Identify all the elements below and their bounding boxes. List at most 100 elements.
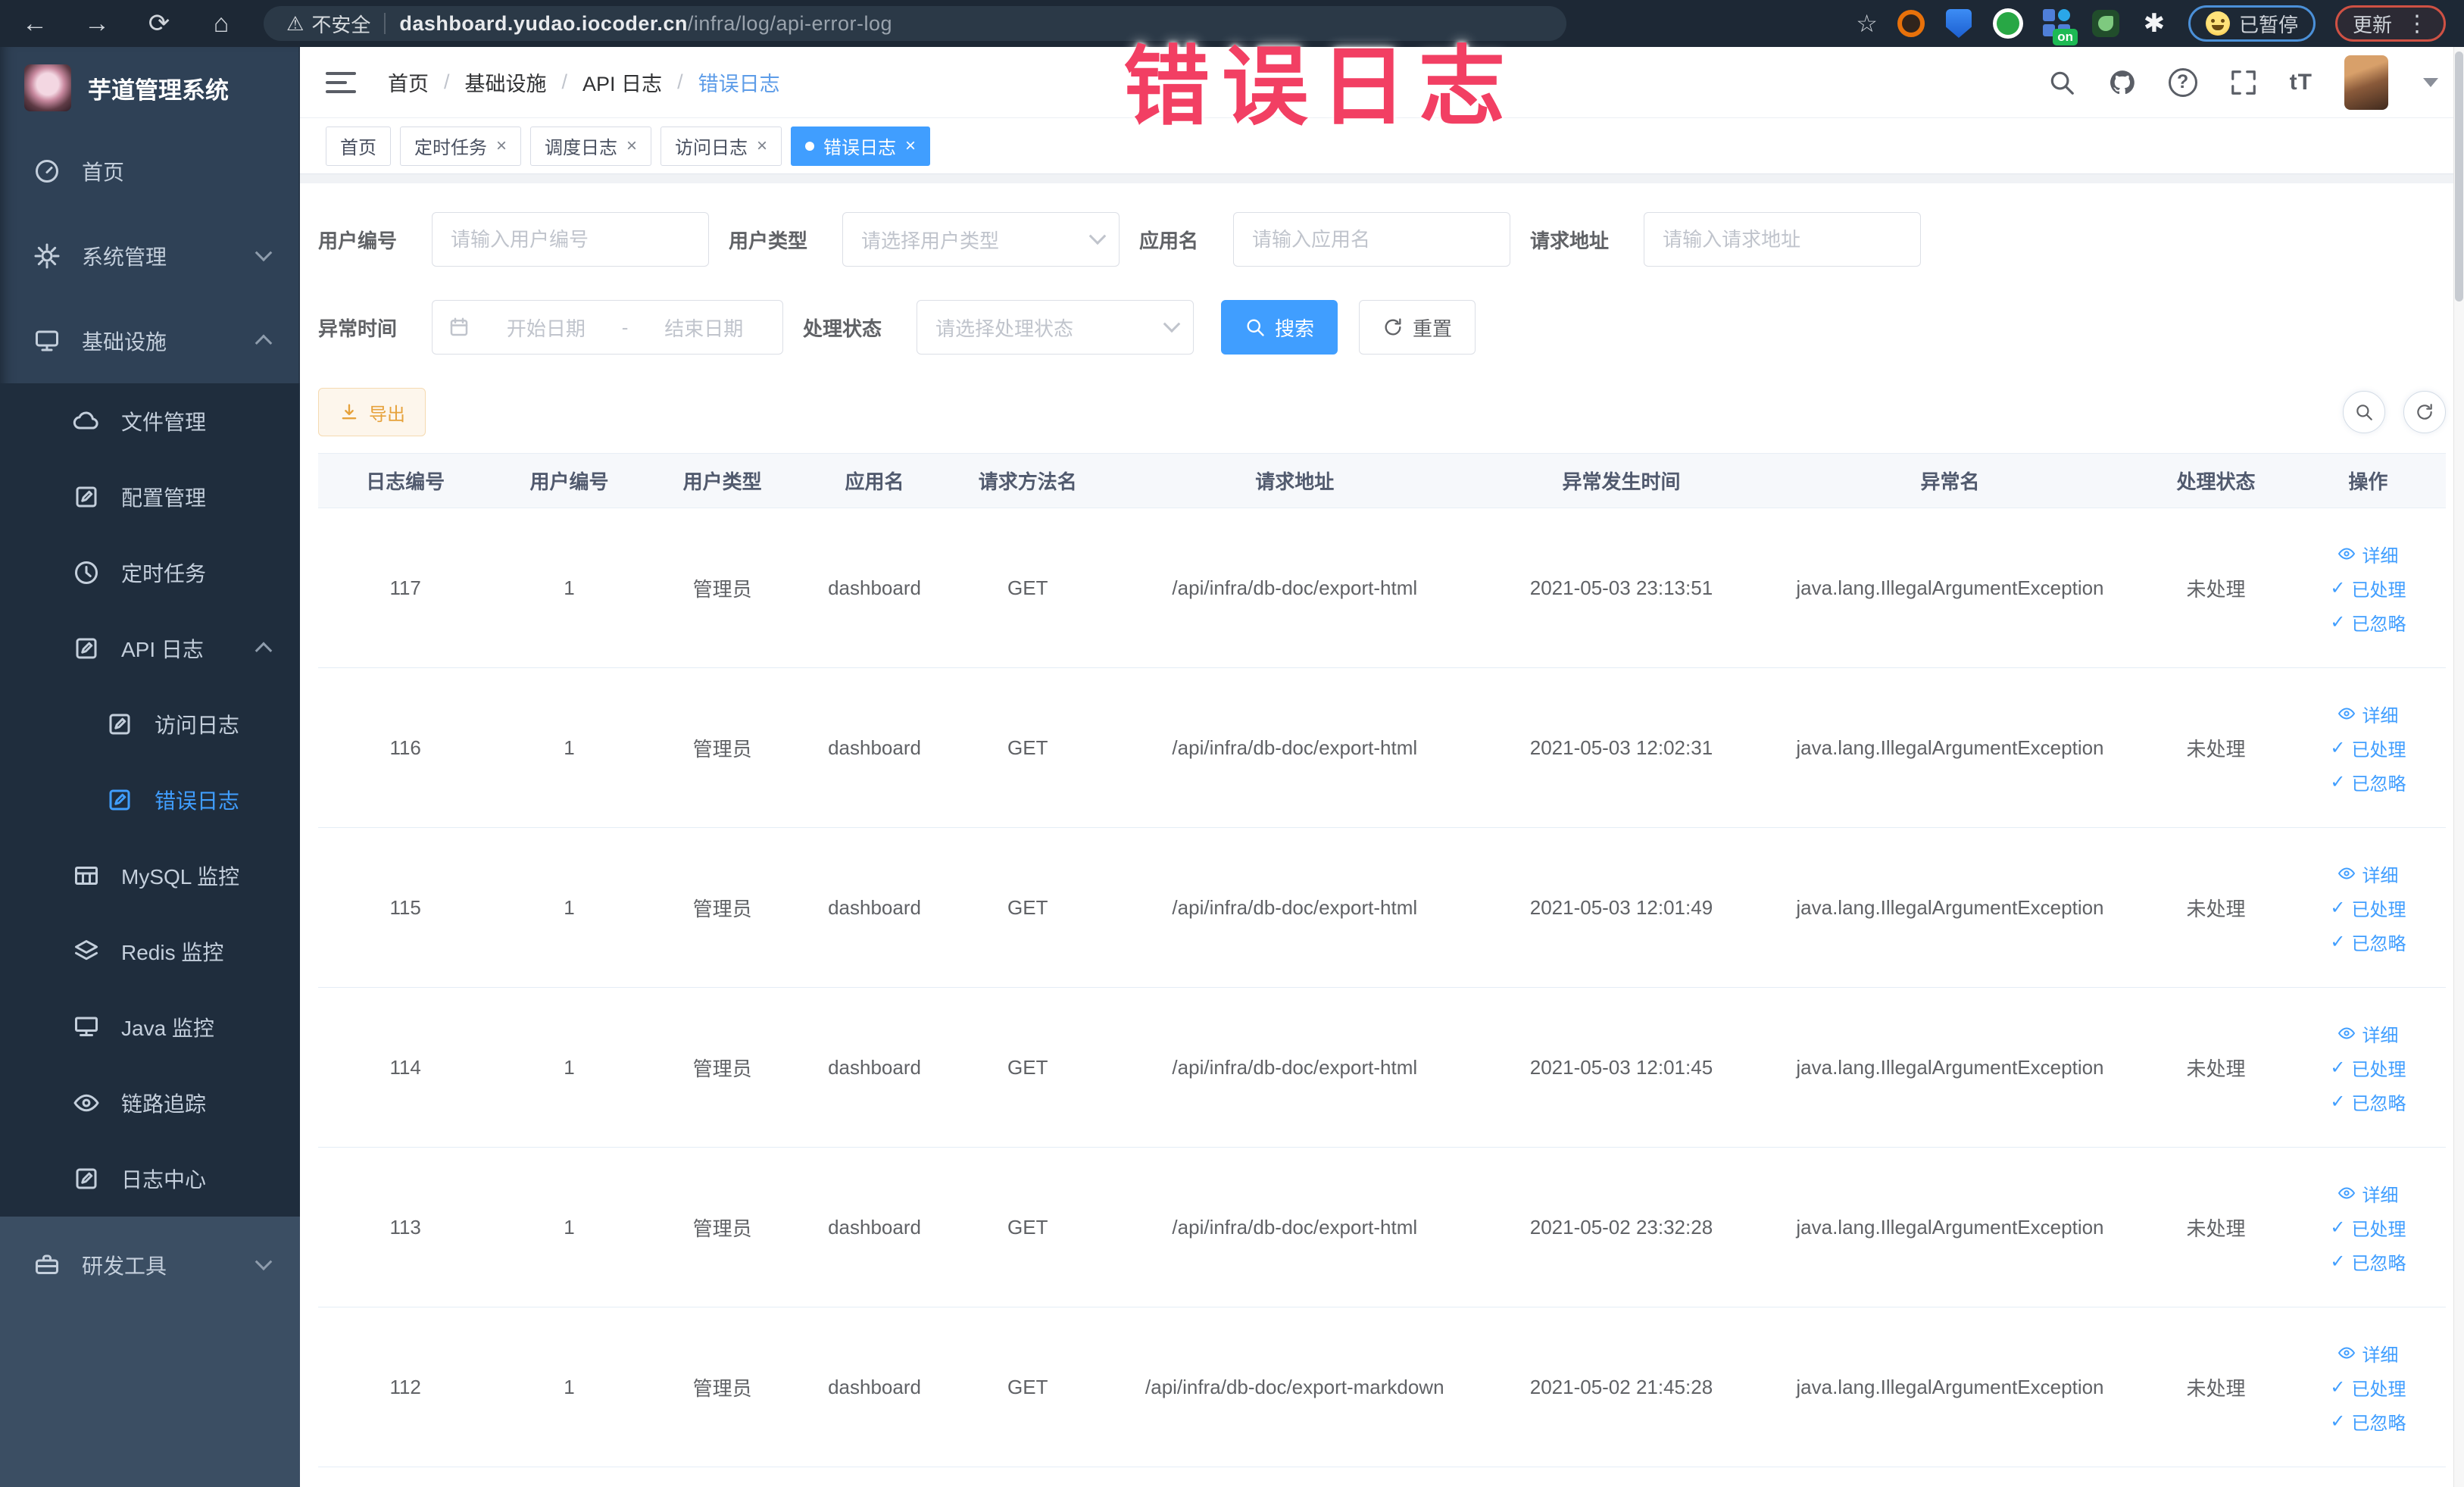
export-button[interactable]: 导出 [318,388,426,436]
filter-row-2: 异常时间 开始日期 - 结束日期 处理状态 请选择处理状态 搜索 重置 [318,300,2446,355]
tab-access-log[interactable]: 访问日志 × [661,126,782,166]
cell-app-name: dashboard [798,667,951,828]
breadcrumb-home[interactable]: 首页 [388,67,429,97]
action-detail[interactable]: 详细 [2338,1020,2398,1047]
action-detail[interactable]: 详细 [2338,701,2398,727]
extension-grid-icon[interactable]: on [2042,9,2078,45]
exception-time-range-picker[interactable]: 开始日期 - 结束日期 [432,300,784,355]
sidebar-item-system-management[interactable]: 系统管理 [0,214,300,298]
app-shell: 芋道管理系统 首页 系统管理 基础设施 文件管理 配置管理 定时任务 API 日… [0,47,2464,1487]
action-detail[interactable]: 详细 [2338,1180,2398,1207]
extension-green-icon[interactable] [1992,8,2023,39]
font-size-icon[interactable]: tT [2290,70,2313,95]
close-icon[interactable]: × [626,136,637,157]
breadcrumb-infrastructure[interactable]: 基础设施 [465,67,547,97]
sidebar-item-error-log[interactable]: 错误日志 [0,762,300,838]
sidebar-item-mysql-monitor[interactable]: MySQL 监控 [0,838,300,914]
search-icon[interactable] [2047,68,2076,97]
page-scrollbar[interactable] [2453,47,2464,1487]
extension-leaf-icon[interactable] [2091,9,2120,38]
sidebar-item-infrastructure[interactable]: 基础设施 [0,298,300,383]
app-logo-row[interactable]: 芋道管理系统 [0,47,300,129]
app-name-input[interactable] [1233,212,1511,267]
action-processed[interactable]: ✓ 已处理 [2330,1054,2406,1081]
action-processed[interactable]: ✓ 已处理 [2330,1374,2406,1401]
sidebar-item-redis-monitor[interactable]: Redis 监控 [0,914,300,989]
user-type-select[interactable]: 请选择用户类型 [842,212,1120,267]
action-label: 详细 [2362,1025,2399,1046]
close-icon[interactable]: × [757,136,767,157]
check-icon: ✓ [2330,931,2346,952]
search-button[interactable]: 搜索 [1221,300,1338,355]
browser-update-button[interactable]: 更新 ⋮ [2334,5,2446,42]
browser-menu-icon[interactable]: ⋮ [2406,11,2428,37]
scrollbar-thumb[interactable] [2455,52,2463,301]
close-icon[interactable]: × [905,136,916,157]
not-secure-badge[interactable]: ⚠ 不安全 [286,10,370,38]
user-avatar[interactable] [2344,55,2388,110]
extension-shield-icon[interactable] [1944,9,1973,38]
sidebar-item-trace[interactable]: 链路追踪 [0,1065,300,1141]
cell-status: 未处理 [2141,1307,2291,1467]
action-processed[interactable]: ✓ 已处理 [2330,895,2406,921]
cell-log-id: 112 [318,1307,493,1467]
reset-button[interactable]: 重置 [1359,300,1476,355]
sidebar-item-scheduled-tasks[interactable]: 定时任务 [0,535,300,611]
request-url-input[interactable] [1644,212,1922,267]
close-icon[interactable]: × [496,136,507,157]
sidebar-item-log-center[interactable]: 日志中心 [0,1141,300,1217]
action-ignored[interactable]: ✓ 已忽略 [2330,929,2406,955]
action-detail[interactable]: 详细 [2338,861,2398,887]
cell-exception-name: java.lang.IllegalArgumentException [1758,827,2142,988]
avatar-caret-icon[interactable] [2423,77,2438,87]
sidebar-item-access-log[interactable]: 访问日志 [0,686,300,762]
action-ignored[interactable]: ✓ 已忽略 [2330,1408,2406,1435]
sidebar-item-home[interactable]: 首页 [0,129,300,214]
profile-paused-pill[interactable]: 已暂停 [2188,5,2316,42]
sidebar-item-dev-tools[interactable]: 研发工具 [0,1223,300,1307]
extension-puzzle-icon[interactable]: ✱ [2140,9,2169,38]
toggle-search-button[interactable] [2343,391,2385,433]
search-icon [2356,405,2372,420]
action-processed[interactable]: ✓ 已处理 [2330,735,2406,761]
sidebar-collapse-icon[interactable] [326,71,356,93]
github-icon[interactable] [2108,68,2137,97]
action-processed[interactable]: ✓ 已处理 [2330,575,2406,601]
browser-back-icon[interactable]: ← [18,9,52,39]
action-detail[interactable]: 详细 [2338,1340,2398,1367]
browser-home-icon[interactable]: ⌂ [205,9,238,39]
action-ignored[interactable]: ✓ 已忽略 [2330,609,2406,636]
refresh-table-button[interactable] [2403,391,2446,433]
action-ignored[interactable]: ✓ 已忽略 [2330,769,2406,795]
action-detail[interactable]: 详细 [2338,541,2398,567]
extension-orange-icon[interactable] [1897,10,1925,37]
active-tab-dot [805,141,815,151]
sidebar-item-config-management[interactable]: 配置管理 [0,459,300,535]
tab-home[interactable]: 首页 [326,126,391,166]
help-icon[interactable]: ? [2168,67,2197,97]
action-ignored[interactable]: ✓ 已忽略 [2330,1089,2406,1115]
action-label: 已忽略 [2351,1253,2406,1274]
check-icon: ✓ [2330,1091,2346,1112]
fullscreen-icon[interactable] [2229,68,2258,97]
browser-reload-icon[interactable]: ⟳ [142,8,176,39]
process-status-label: 处理状态 [803,317,882,340]
sidebar-item-api-log[interactable]: API 日志 [0,611,300,686]
sidebar-item-file-management[interactable]: 文件管理 [0,383,300,459]
browser-forward-icon[interactable]: → [80,9,114,39]
url-path: /infra/log/api-error-log [687,11,893,35]
select-placeholder: 请选择用户类型 [861,229,1000,252]
end-date-placeholder: 结束日期 [664,317,744,340]
breadcrumb-api-log[interactable]: API 日志 [582,67,662,97]
extension-on-badge: on [2053,29,2078,45]
sidebar-item-java-monitor[interactable]: Java 监控 [0,989,300,1065]
process-status-select[interactable]: 请选择处理状态 [917,300,1195,355]
tab-schedule-log[interactable]: 调度日志 × [530,126,652,166]
tab-error-log[interactable]: 错误日志 × [791,126,931,166]
tab-scheduled-tasks[interactable]: 定时任务 × [400,126,522,166]
page-url[interactable]: dashboard.yudao.iocoder.cn/infra/log/api… [399,12,892,36]
user-id-input[interactable] [432,212,710,267]
action-processed[interactable]: ✓ 已处理 [2330,1214,2406,1241]
bookmark-star-icon[interactable]: ☆ [1856,9,1878,38]
action-ignored[interactable]: ✓ 已忽略 [2330,1248,2406,1275]
